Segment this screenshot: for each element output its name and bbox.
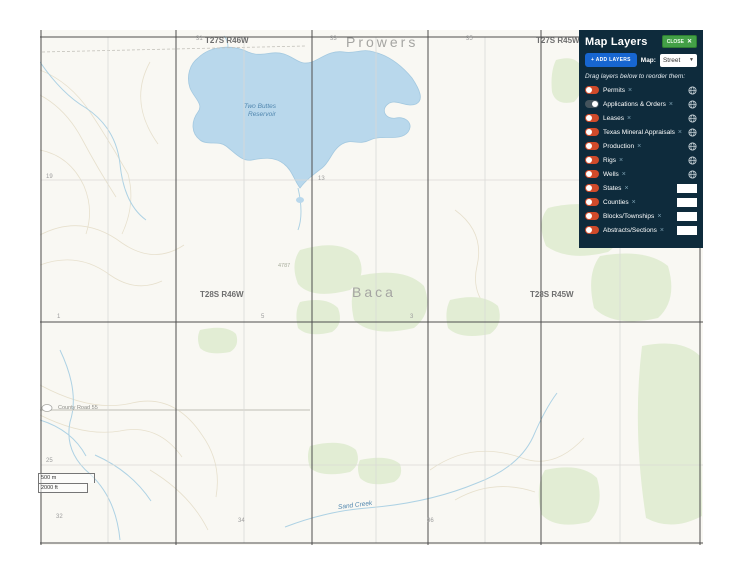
globe-icon[interactable] [688, 155, 697, 165]
toggle-knob [586, 129, 592, 135]
layer-swatch-wrap[interactable] [677, 211, 697, 221]
layer-row[interactable]: Texas Mineral Appraisals × [585, 125, 697, 139]
toggle-knob [586, 199, 592, 205]
layer-toggle[interactable] [585, 128, 599, 136]
remove-layer-icon[interactable]: × [678, 129, 682, 136]
layer-row[interactable]: Rigs × [585, 153, 697, 167]
remove-layer-icon[interactable]: × [619, 157, 623, 164]
layer-swatch-wrap[interactable] [677, 197, 697, 207]
remove-layer-icon[interactable]: × [660, 227, 664, 234]
layer-label: States [603, 184, 622, 192]
globe-icon[interactable] [688, 127, 697, 137]
toggle-knob [586, 87, 592, 93]
remove-layer-icon[interactable]: × [628, 87, 632, 94]
layer-label: Permits [603, 86, 626, 94]
layer-row[interactable]: Production × [585, 139, 697, 153]
layer-toggle[interactable] [585, 100, 599, 108]
layer-toggle[interactable] [585, 198, 599, 206]
remove-layer-icon[interactable]: × [637, 143, 641, 150]
toggle-knob [586, 185, 592, 191]
panel-title: Map Layers [585, 35, 648, 48]
remove-layer-icon[interactable]: × [622, 171, 626, 178]
layer-row[interactable]: Blocks/Townships × [585, 209, 697, 223]
layer-row[interactable]: Applications & Orders × [585, 97, 697, 111]
remove-layer-icon[interactable]: × [669, 101, 673, 108]
scale-control: 500 m 2000 ft [38, 473, 95, 493]
toggle-knob [592, 101, 598, 107]
layer-row[interactable]: Leases × [585, 111, 697, 125]
globe-icon[interactable] [688, 141, 697, 151]
map-style-select[interactable]: Street ▼ [659, 53, 697, 67]
map-layers-panel: Map Layers CLOSE ✕ + ADD LAYERS Map: Str… [579, 30, 703, 248]
toggle-knob [586, 171, 592, 177]
layer-label: Production [603, 142, 635, 150]
chevron-down-icon: ▼ [689, 57, 694, 63]
globe-icon[interactable] [688, 113, 697, 123]
close-button[interactable]: CLOSE ✕ [661, 35, 697, 48]
toggle-knob [586, 213, 592, 219]
scale-imperial: 2000 ft [38, 483, 88, 493]
scale-metric: 500 m [38, 473, 95, 483]
layer-row[interactable]: Permits × [585, 83, 697, 97]
toggle-knob [586, 143, 592, 149]
layer-swatch-wrap[interactable] [677, 183, 697, 193]
drag-hint: Drag layers below to reorder them: [585, 73, 686, 80]
layer-toggle[interactable] [585, 114, 599, 122]
globe-icon[interactable] [688, 85, 697, 95]
layer-toggle[interactable] [585, 156, 599, 164]
layer-toggle[interactable] [585, 226, 599, 234]
layer-toggle[interactable] [585, 212, 599, 220]
remove-layer-icon[interactable]: × [657, 213, 661, 220]
close-icon: ✕ [686, 39, 692, 45]
layer-color-swatch[interactable] [677, 183, 697, 193]
toggle-knob [586, 157, 592, 163]
layer-row[interactable]: Counties × [585, 195, 697, 209]
remove-layer-icon[interactable]: × [632, 199, 636, 206]
layer-list: Permits × Applications & Orders × Leases × Tex… [585, 83, 697, 237]
add-layers-button[interactable]: + ADD LAYERS [585, 53, 637, 67]
layer-label: Applications & Orders [603, 100, 666, 108]
layer-toggle[interactable] [585, 86, 599, 94]
map-style-value: Street [662, 56, 681, 64]
layer-label: Texas Mineral Appraisals [603, 128, 675, 136]
layer-toggle[interactable] [585, 170, 599, 178]
layer-label: Rigs [603, 156, 617, 164]
globe-icon[interactable] [688, 169, 697, 179]
toggle-knob [586, 227, 592, 233]
layer-row[interactable]: Abstracts/Sections × [585, 223, 697, 237]
layer-toggle[interactable] [585, 142, 599, 150]
layer-color-swatch[interactable] [677, 197, 697, 207]
remove-layer-icon[interactable]: × [624, 185, 628, 192]
layer-swatch-wrap[interactable] [677, 225, 697, 235]
layer-label: Leases [603, 114, 624, 122]
remove-layer-icon[interactable]: × [627, 115, 631, 122]
layer-color-swatch[interactable] [677, 225, 697, 235]
globe-icon[interactable] [688, 99, 697, 109]
toggle-knob [586, 115, 592, 121]
layer-row[interactable]: States × [585, 181, 697, 195]
layer-label: Wells [603, 170, 619, 178]
layer-color-swatch[interactable] [677, 211, 697, 221]
layer-row[interactable]: Wells × [585, 167, 697, 181]
layer-label: Blocks/Townships [603, 212, 655, 220]
layer-label: Abstracts/Sections [603, 226, 657, 234]
close-button-label: CLOSE [666, 38, 684, 45]
map-style-label: Map: [640, 56, 656, 64]
layer-label: Counties [603, 198, 629, 206]
layer-toggle[interactable] [585, 184, 599, 192]
